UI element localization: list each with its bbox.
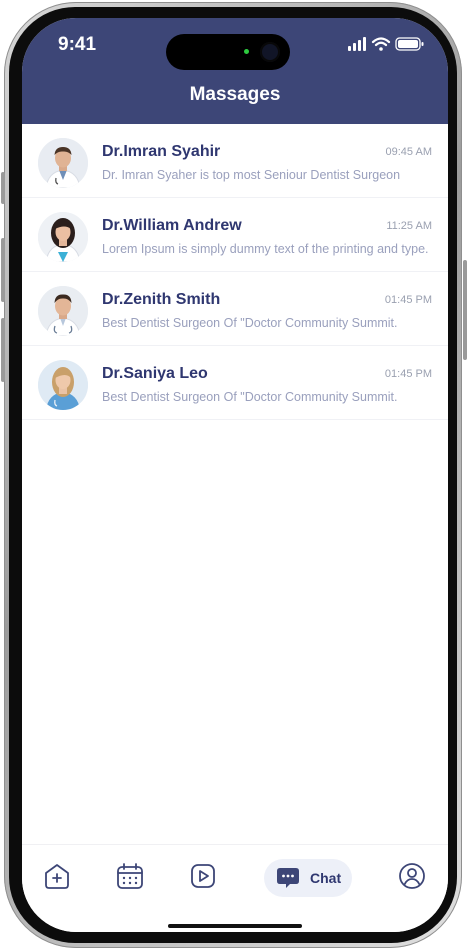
chat-icon xyxy=(276,866,300,890)
message-preview: Best Dentist Surgeon Of "Doctor Communit… xyxy=(102,316,398,330)
wifi-icon xyxy=(371,37,391,51)
message-time: 09:45 AM xyxy=(385,146,432,158)
status-time: 9:41 xyxy=(58,34,97,55)
home-indicator[interactable] xyxy=(168,924,302,928)
battery-icon xyxy=(395,37,424,51)
message-time: 01:45 PM xyxy=(384,294,432,306)
header-bar: 9:41 Massages xyxy=(22,18,448,124)
calendar-icon[interactable] xyxy=(113,859,147,893)
bottom-navigation: Chat xyxy=(22,844,448,932)
profile-icon[interactable] xyxy=(395,859,429,893)
home-add-icon[interactable] xyxy=(40,859,74,893)
camera-indicator-dot xyxy=(244,49,249,54)
power-button xyxy=(463,260,467,360)
chat-tab-label: Chat xyxy=(310,870,342,886)
doctor-avatar-male xyxy=(38,286,88,336)
message-preview: Dr. Imran Syaher is top most Seniour Den… xyxy=(102,168,401,182)
contact-name: Dr.Zenith Smith xyxy=(102,291,221,308)
action-button xyxy=(1,172,5,204)
doctor-avatar-male xyxy=(38,138,88,188)
page-title: Massages xyxy=(189,84,281,105)
message-time: 11:25 AM xyxy=(386,220,432,232)
play-icon[interactable] xyxy=(186,859,220,893)
contact-name: Dr.Saniya Leo xyxy=(102,365,208,382)
doctor-avatar-female xyxy=(38,212,88,262)
conversation-row[interactable]: Dr.Imran Syahir 09:45 AM Dr. Imran Syahe… xyxy=(22,124,448,198)
conversation-list: Dr.Imran Syahir 09:45 AM Dr. Imran Syahe… xyxy=(22,124,448,420)
message-preview: Best Dentist Surgeon Of "Doctor Communit… xyxy=(102,390,398,404)
conversation-row[interactable]: Dr.Saniya Leo 01:45 PM Best Dentist Surg… xyxy=(22,346,448,420)
contact-name: Dr.William Andrew xyxy=(102,217,242,234)
chat-tab[interactable]: Chat xyxy=(264,859,352,897)
volume-up-button xyxy=(1,238,5,302)
conversation-row[interactable]: Dr.Zenith Smith 01:45 PM Best Dentist Su… xyxy=(22,272,448,346)
volume-down-button xyxy=(1,318,5,382)
contact-name: Dr.Imran Syahir xyxy=(102,143,221,160)
conversation-row[interactable]: Dr.William Andrew 11:25 AM Lorem Ipsum i… xyxy=(22,198,448,272)
status-icons xyxy=(348,36,426,52)
screen: 9:41 Massages Dr.Imran Syahir 09:45 AM D… xyxy=(22,18,448,932)
doctor-avatar-female xyxy=(38,360,88,410)
signal-icon xyxy=(348,37,366,51)
front-camera-icon xyxy=(260,42,280,62)
dynamic-island xyxy=(166,34,290,70)
message-preview: Lorem Ipsum is simply dummy text of the … xyxy=(102,242,429,256)
message-time: 01:45 PM xyxy=(384,368,432,380)
